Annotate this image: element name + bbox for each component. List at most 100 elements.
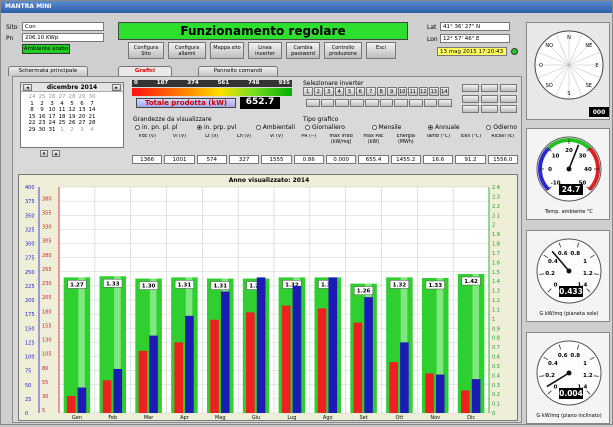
side-button[interactable] bbox=[481, 94, 498, 103]
inverter-extra-button[interactable] bbox=[423, 99, 438, 107]
radio-icon[interactable] bbox=[428, 125, 434, 130]
calendar-grid[interactable]: 24 25 26 27 28 29 30 1 2 3 4 5 6 7 8 9 10 11 12 13 14 15 16 17 1… bbox=[27, 94, 97, 133]
calendar-day[interactable]: 4 bbox=[87, 127, 97, 134]
calendar-down-button[interactable]: ▾ bbox=[40, 150, 48, 157]
inverter-7-button[interactable]: 7 bbox=[366, 87, 376, 96]
configura-allarmi-button[interactable]: Configura allarmi bbox=[168, 42, 206, 59]
calendar-day[interactable]: 3 bbox=[77, 127, 87, 134]
side-button[interactable] bbox=[481, 84, 498, 92]
controllo-produzione-button[interactable]: Controllo produzione bbox=[324, 42, 362, 59]
side-button[interactable] bbox=[500, 84, 517, 92]
calendar-day[interactable]: 24 bbox=[47, 120, 57, 127]
calendar-day[interactable]: 25 bbox=[57, 120, 67, 127]
value-column: PR (--) 0.86 bbox=[293, 134, 324, 170]
tab-pannello-comandi[interactable]: Pannello comandi bbox=[198, 66, 278, 76]
radio-icon[interactable] bbox=[371, 125, 377, 130]
inverter-12-button[interactable]: 12 bbox=[418, 87, 428, 96]
inverter-11-button[interactable]: 11 bbox=[408, 87, 418, 96]
chart-type-option[interactable]: Mensile bbox=[371, 124, 401, 131]
inverter-13-button[interactable]: 13 bbox=[429, 87, 439, 96]
inverter-2-button[interactable]: 2 bbox=[313, 87, 323, 96]
calendar-day[interactable]: 26 bbox=[67, 120, 77, 127]
calendar-day[interactable]: 14 bbox=[87, 107, 97, 114]
y-axis-tick: 150 bbox=[25, 326, 35, 332]
inverter-extra-button[interactable] bbox=[306, 99, 320, 107]
radio-icon[interactable] bbox=[135, 125, 140, 130]
radio-icon[interactable] bbox=[255, 125, 261, 130]
inverter-extra-button[interactable] bbox=[364, 99, 379, 107]
gauges-column: -10 0 10 20 30 40 50 24.7 Temp. ambiente °C 0 0.2 0… bbox=[526, 124, 610, 424]
calendar-day[interactable]: 24 bbox=[27, 94, 37, 101]
radio-icon[interactable] bbox=[486, 125, 492, 130]
y-axis-tick: 325 bbox=[25, 227, 35, 233]
calendar-day[interactable]: 25 bbox=[37, 94, 47, 101]
calendar-day[interactable]: 29 bbox=[77, 94, 87, 101]
inverter-extra-button[interactable] bbox=[379, 99, 394, 107]
sito-field[interactable]: Con bbox=[22, 22, 104, 31]
toolbar: Configura Sito Configura allarmi Mappa sit… bbox=[128, 42, 408, 60]
inverter-extra-button[interactable] bbox=[335, 99, 350, 107]
linea-inverter-button[interactable]: Linea inverter bbox=[248, 42, 282, 59]
radio-icon[interactable] bbox=[196, 125, 202, 130]
side-button[interactable] bbox=[500, 94, 517, 103]
chart-type-option[interactable]: Odierno bbox=[486, 124, 517, 131]
calendar-day[interactable]: 28 bbox=[87, 120, 97, 127]
esci-button[interactable]: Esci bbox=[366, 42, 396, 59]
mappa-sito-button[interactable]: Mappa sito bbox=[210, 42, 244, 59]
blue-bar bbox=[185, 315, 194, 413]
gauge-tick: 0.6 bbox=[558, 353, 568, 359]
calendar-day[interactable]: 30 bbox=[87, 94, 97, 101]
inverter-14-button[interactable]: 14 bbox=[439, 87, 449, 96]
calendar-day[interactable]: 1 bbox=[57, 127, 67, 134]
configura-sito-button[interactable]: Configura Sito bbox=[128, 42, 164, 59]
side-button[interactable] bbox=[462, 94, 479, 103]
gauge-dial: 00.20.40.6 0.811.21.40.433G kW/mq (pianet… bbox=[536, 238, 602, 317]
lon-field[interactable]: 12° 57' 46" E bbox=[440, 34, 510, 43]
calendar-next-button[interactable]: ▸ bbox=[112, 83, 121, 91]
calendar-day[interactable]: 2 bbox=[67, 127, 77, 134]
calendar-prev-button[interactable]: ◂ bbox=[23, 83, 32, 91]
inverter-4-button[interactable]: 4 bbox=[334, 87, 344, 96]
inverter-extra-button[interactable] bbox=[320, 99, 335, 107]
inverter-extra-button[interactable] bbox=[438, 99, 453, 107]
calendar-day[interactable]: 28 bbox=[67, 94, 77, 101]
side-button[interactable] bbox=[462, 84, 479, 92]
inverter-extra-button[interactable] bbox=[350, 99, 364, 107]
cambia-password-button[interactable]: Cambia password bbox=[286, 42, 320, 59]
inverter-extra-button[interactable] bbox=[408, 99, 423, 107]
inverter-8-button[interactable]: 8 bbox=[376, 87, 386, 96]
inverter-5-button[interactable]: 5 bbox=[345, 87, 355, 96]
calendar-up-button[interactable]: ▴ bbox=[52, 150, 60, 157]
viz-option[interactable]: Ambientali bbox=[255, 124, 295, 131]
radio-icon[interactable] bbox=[305, 125, 310, 130]
calendar-day[interactable]: 10 bbox=[47, 107, 57, 114]
tab-grafici[interactable]: Grafici bbox=[118, 66, 172, 76]
calendar-day[interactable]: 27 bbox=[57, 94, 67, 101]
inverter-1-button[interactable]: 1 bbox=[303, 87, 313, 96]
inverter-3-button[interactable]: 3 bbox=[324, 87, 334, 96]
calendar-day[interactable]: 13 bbox=[77, 107, 87, 114]
side-button[interactable] bbox=[500, 105, 517, 114]
calendar-day[interactable]: 27 bbox=[77, 120, 87, 127]
tab-schermata-principale[interactable]: Schermata principale bbox=[8, 66, 88, 76]
lat-field[interactable]: 41° 36' 27" N bbox=[440, 22, 510, 31]
inverter-extra-button[interactable] bbox=[394, 99, 408, 107]
value-header: Ricavi (€) bbox=[491, 134, 515, 139]
side-button[interactable] bbox=[481, 105, 498, 114]
chart-type-option[interactable]: Annuale bbox=[428, 124, 460, 131]
calendar-day[interactable]: 29 bbox=[27, 127, 37, 134]
gauge-tick: 1.2 bbox=[583, 271, 593, 277]
inverter-6-button[interactable]: 6 bbox=[355, 87, 365, 96]
calendar: ◂ dicembre 2014 ▸ 24 25 26 27 28 29 30 1 2 3 4 5 6 7 8… bbox=[20, 82, 124, 148]
inverter-10-button[interactable]: 10 bbox=[397, 87, 407, 96]
calendar-day[interactable]: 23 bbox=[37, 120, 47, 127]
pn-field[interactable]: 206.10 KWp bbox=[22, 33, 104, 42]
calendar-day[interactable]: 26 bbox=[47, 94, 57, 101]
side-button[interactable] bbox=[462, 105, 479, 114]
viz-option[interactable]: in. prp. pvl bbox=[196, 124, 236, 131]
viz-option[interactable]: in. pn. pl. pl bbox=[135, 124, 177, 131]
inverter-9-button[interactable]: 9 bbox=[387, 87, 397, 96]
calendar-day[interactable]: 31 bbox=[47, 127, 57, 134]
chart-type-option[interactable]: Giornaliero bbox=[305, 124, 345, 131]
calendar-day[interactable]: 30 bbox=[37, 127, 47, 134]
